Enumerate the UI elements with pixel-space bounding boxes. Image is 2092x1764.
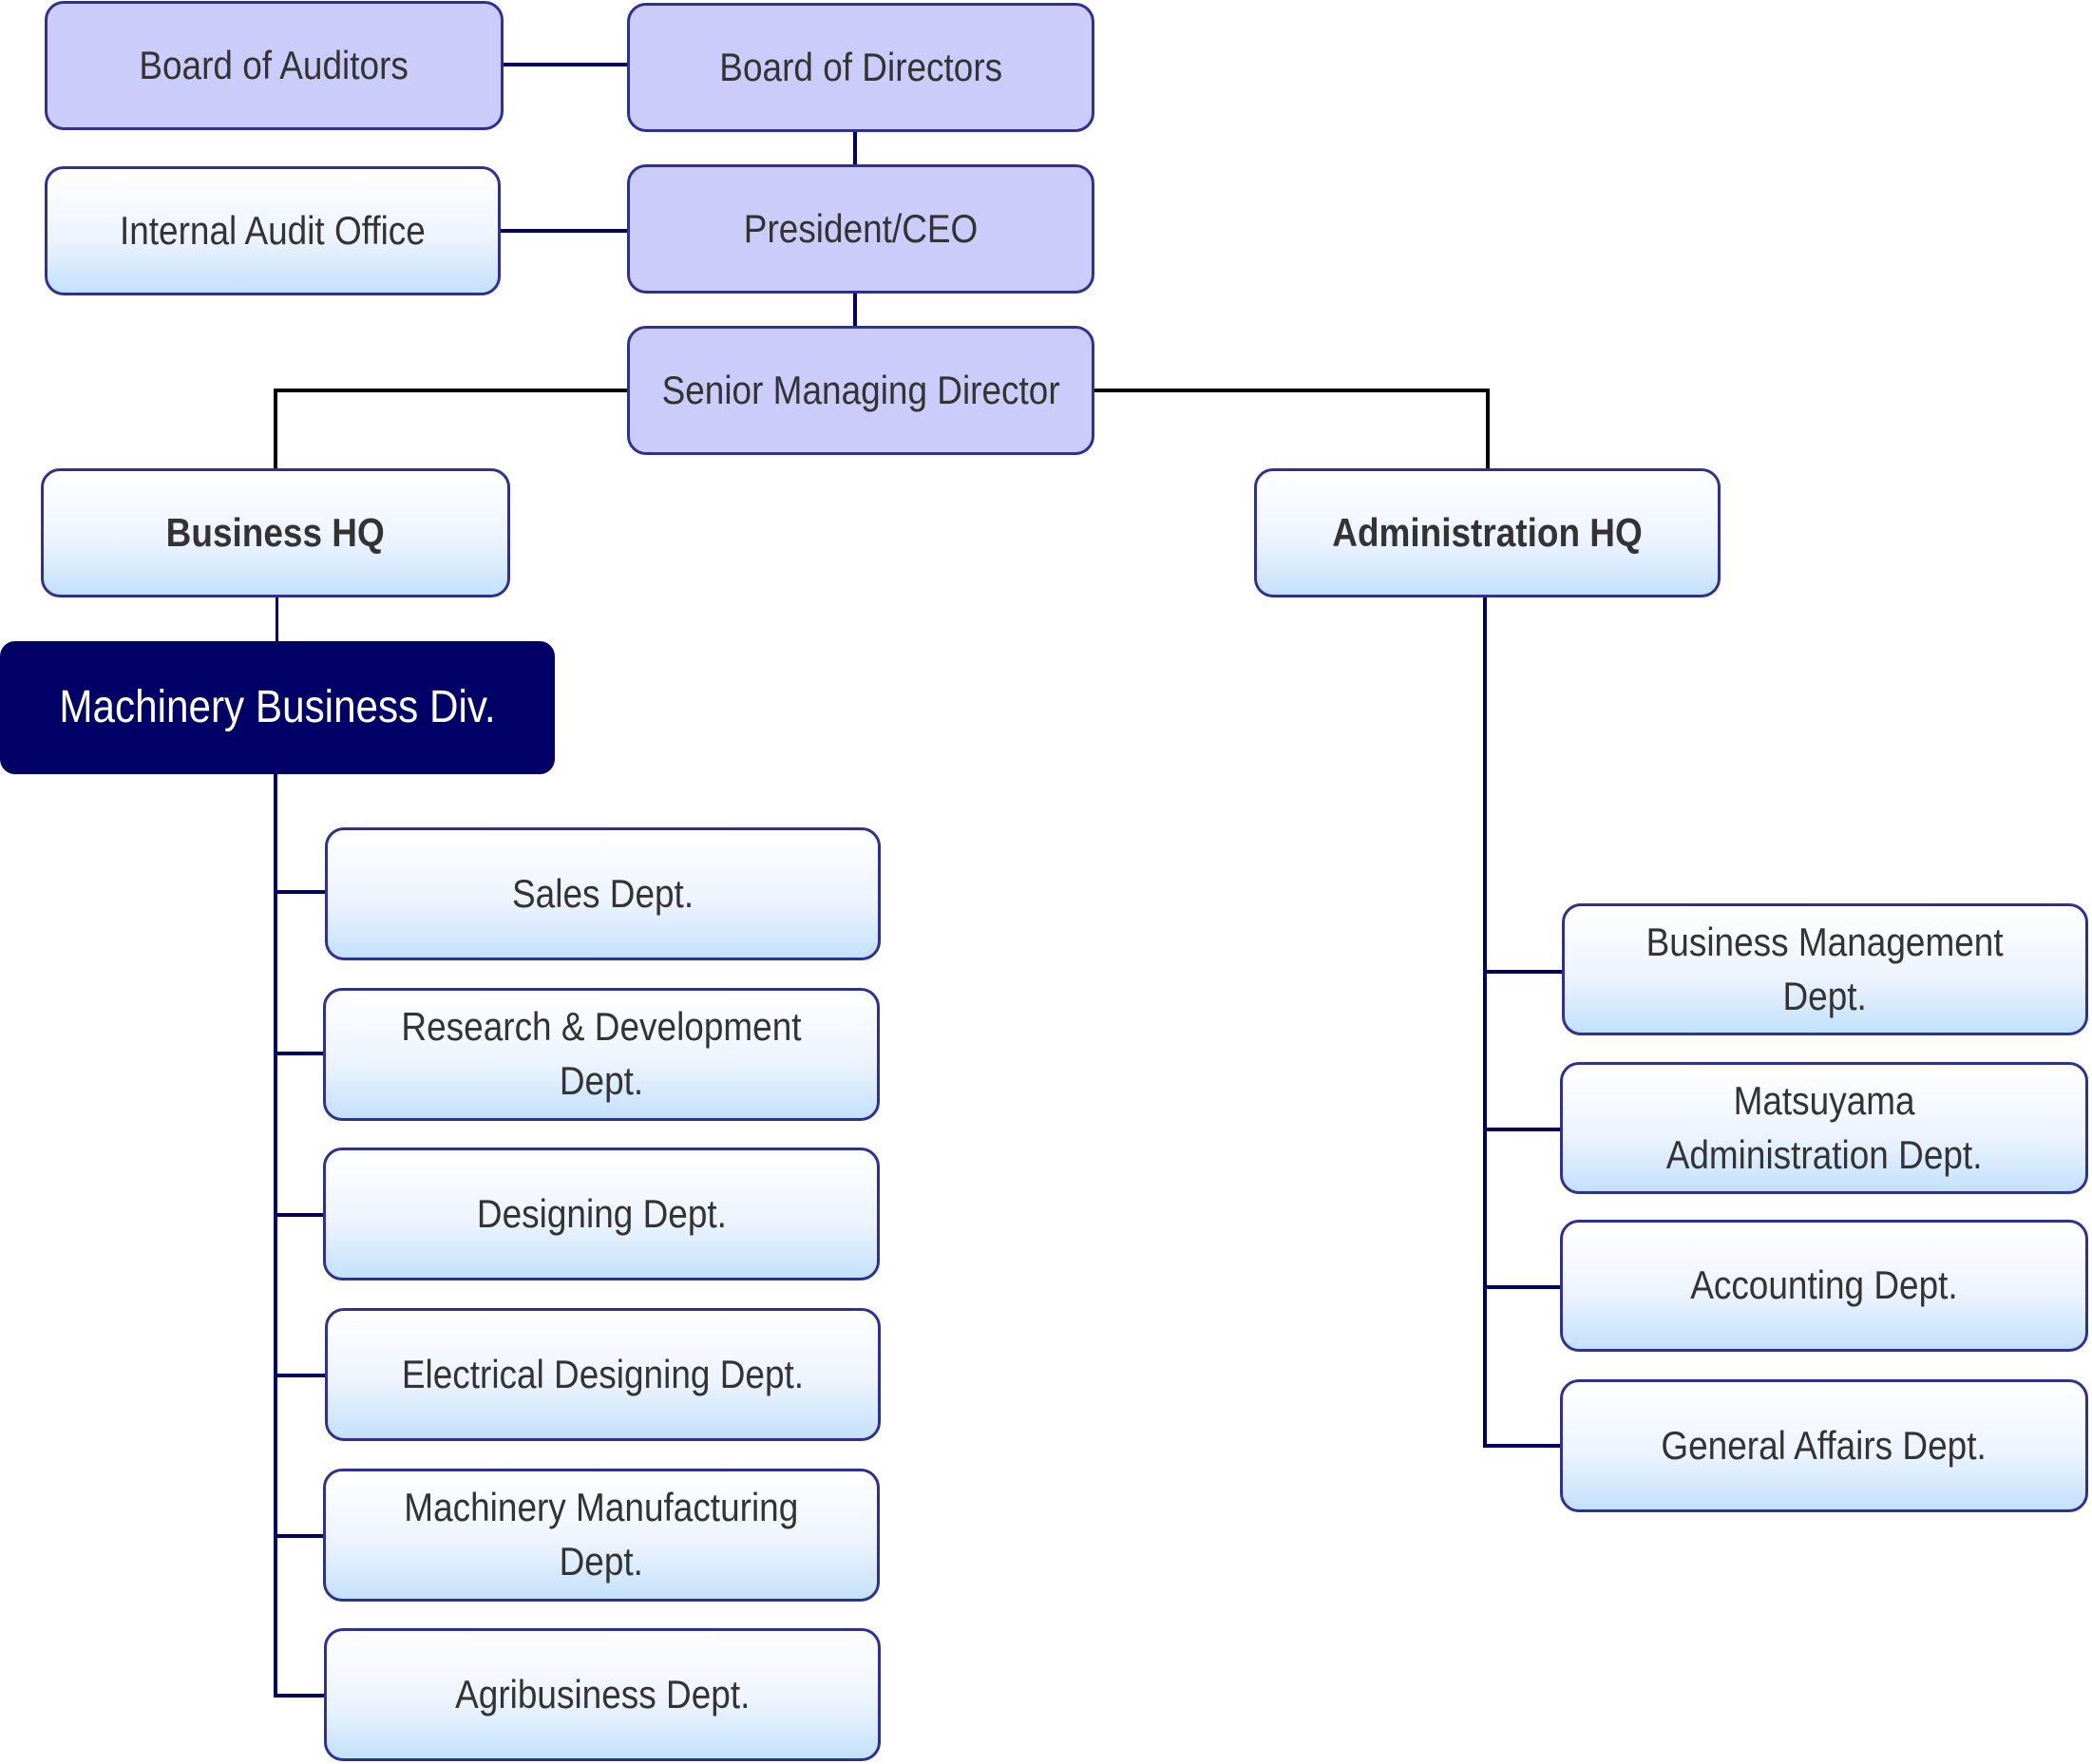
dept-electrical-designing-box[interactable]: Electrical Designing Dept. xyxy=(325,1308,881,1441)
administration-hq-box[interactable]: Administration HQ xyxy=(1254,468,1721,597)
connector-business-hq-division xyxy=(276,597,278,642)
connector-directors-president xyxy=(853,131,857,165)
branch-matsuyama xyxy=(1483,1128,1562,1131)
senior-managing-director-label: Senior Managing Director xyxy=(661,367,1060,412)
board-of-auditors-label: Board of Auditors xyxy=(139,42,409,87)
branch-electrical xyxy=(274,1374,325,1377)
dept-label: Research & Development Dept. xyxy=(401,1004,802,1103)
dept-label: Electrical Designing Dept. xyxy=(401,1351,805,1396)
internal-audit-office-label: Internal Audit Office xyxy=(120,207,426,253)
business-hq-label: Business HQ xyxy=(165,509,386,555)
connector-smd-left xyxy=(274,389,627,392)
board-of-directors-label: Board of Directors xyxy=(719,44,1002,89)
connector-president-smd xyxy=(853,294,857,327)
machinery-business-division-box[interactable]: Machinery Business Div. xyxy=(0,641,555,774)
board-of-directors-box[interactable]: Board of Directors xyxy=(627,3,1094,132)
business-hq-box[interactable]: Business HQ xyxy=(41,468,510,597)
dept-sales-box[interactable]: Sales Dept. xyxy=(325,827,881,960)
dept-label: Designing Dept. xyxy=(476,1190,727,1236)
branch-accounting xyxy=(1483,1285,1562,1289)
president-ceo-box[interactable]: President/CEO xyxy=(627,164,1094,294)
branch-manufacturing xyxy=(274,1534,325,1538)
branch-sales xyxy=(274,890,325,894)
dept-agribusiness-box[interactable]: Agribusiness Dept. xyxy=(324,1628,881,1761)
admin-trunk xyxy=(1483,597,1487,1448)
branch-designing xyxy=(274,1213,325,1217)
dept-label: General Affairs Dept. xyxy=(1661,1422,1987,1468)
connector-smd-admin-hq xyxy=(1486,389,1490,469)
dept-label: Sales Dept. xyxy=(511,870,694,916)
senior-managing-director-box[interactable]: Senior Managing Director xyxy=(627,326,1094,455)
dept-label: Machinery Manufacturing Dept. xyxy=(404,1485,799,1584)
dept-general-affairs-box[interactable]: General Affairs Dept. xyxy=(1560,1379,2088,1512)
board-of-auditors-box[interactable]: Board of Auditors xyxy=(45,1,504,130)
dept-designing-box[interactable]: Designing Dept. xyxy=(323,1148,880,1280)
connector-smd-right xyxy=(1094,389,1490,392)
dept-label: Accounting Dept. xyxy=(1690,1262,1958,1308)
connector-smd-business-hq xyxy=(274,389,277,469)
dept-matsuyama-administration-box[interactable]: Matsuyama Administration Dept. xyxy=(1560,1062,2088,1194)
administration-hq-label: Administration HQ xyxy=(1332,509,1643,555)
dept-accounting-box[interactable]: Accounting Dept. xyxy=(1560,1220,2088,1352)
dept-business-management-box[interactable]: Business Management Dept. xyxy=(1562,903,2088,1035)
internal-audit-office-box[interactable]: Internal Audit Office xyxy=(45,166,501,295)
connector-audit-president xyxy=(501,229,627,233)
branch-rnd xyxy=(274,1052,325,1055)
branch-general-affairs xyxy=(1483,1444,1562,1448)
president-ceo-label: President/CEO xyxy=(743,205,979,251)
division-trunk xyxy=(274,774,277,1698)
dept-machinery-manufacturing-box[interactable]: Machinery Manufacturing Dept. xyxy=(323,1469,880,1602)
dept-label: Agribusiness Dept. xyxy=(454,1671,751,1717)
connector-auditors-directors xyxy=(504,63,627,66)
dept-rnd-box[interactable]: Research & Development Dept. xyxy=(323,988,880,1121)
dept-label: Matsuyama Administration Dept. xyxy=(1665,1077,1983,1177)
dept-label: Business Management Dept. xyxy=(1646,919,2004,1018)
branch-agribusiness xyxy=(274,1694,325,1698)
branch-business-management xyxy=(1483,970,1562,974)
machinery-business-division-label: Machinery Business Div. xyxy=(59,681,496,732)
